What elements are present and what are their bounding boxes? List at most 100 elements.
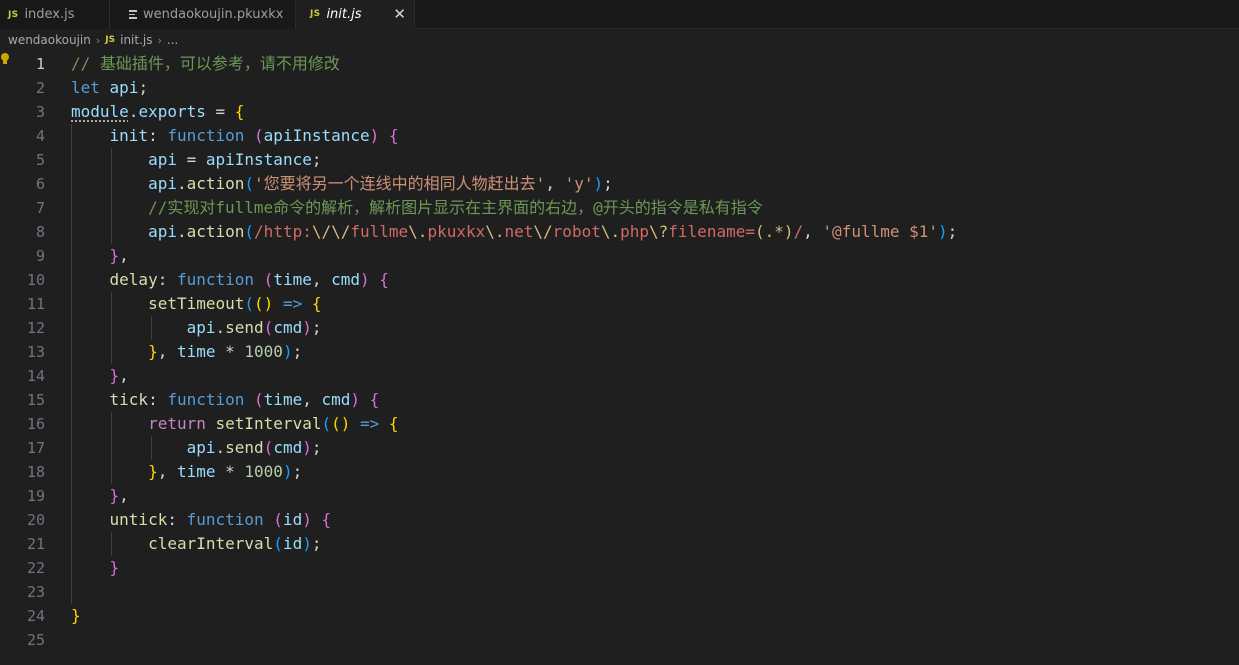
code-token: cmd xyxy=(321,390,351,409)
javascript-file-icon: JS xyxy=(8,9,19,20)
code-token: function xyxy=(176,270,255,289)
code-token: { xyxy=(311,294,322,313)
code-line[interactable]: 14 }, xyxy=(0,364,1239,388)
code-token: { xyxy=(388,414,399,433)
line-number: 18 xyxy=(26,463,45,481)
code-token: , xyxy=(119,486,129,505)
tab-init-js[interactable]: JS init.js ✕ xyxy=(296,0,415,29)
breadcrumb-folder[interactable]: wendaokoujin xyxy=(8,33,91,47)
code-token: () xyxy=(254,294,274,313)
code-token: send xyxy=(225,438,264,457)
code-token: . xyxy=(215,318,226,337)
code-token: { xyxy=(388,126,399,145)
code-token: , xyxy=(119,366,129,385)
code-token: cmd xyxy=(273,318,303,337)
code-line[interactable]: 10 delay: function (time, cmd) { xyxy=(0,268,1239,292)
code-token: ; xyxy=(292,342,303,361)
line-number: 23 xyxy=(26,583,45,601)
code-token: time xyxy=(176,462,216,481)
code-line[interactable]: 5 api = apiInstance; xyxy=(0,148,1239,172)
line-number: 25 xyxy=(26,631,45,649)
code-token: return xyxy=(148,414,206,433)
code-token: api xyxy=(186,438,216,457)
code-token: \/ xyxy=(533,222,553,241)
code-text: }, xyxy=(71,484,129,508)
tab-label: init.js xyxy=(326,6,362,22)
code-line[interactable]: 8 api.action(/http:\/\/fullme\.pkuxkx\.n… xyxy=(0,220,1239,244)
code-token: 1000 xyxy=(244,462,283,481)
code-token: , xyxy=(157,342,177,361)
indent-guide xyxy=(111,412,112,484)
breadcrumb-file[interactable]: init.js xyxy=(120,33,152,47)
code-line[interactable]: 24} xyxy=(0,604,1239,628)
code-line[interactable]: 4 init: function (apiInstance) { xyxy=(0,124,1239,148)
code-token: ) xyxy=(282,342,293,361)
tab-index-js[interactable]: JS index.js xyxy=(0,0,110,29)
code-line[interactable]: 18 }, time * 1000); xyxy=(0,460,1239,484)
code-line[interactable]: 11 setTimeout(() => { xyxy=(0,292,1239,316)
code-line[interactable]: 2 let api; xyxy=(0,76,1239,100)
code-text: api.send(cmd); xyxy=(71,316,322,340)
code-line[interactable]: 23 xyxy=(0,580,1239,604)
code-line[interactable]: 13 }, time * 1000); xyxy=(0,340,1239,364)
code-token: id xyxy=(282,534,303,553)
close-icon[interactable]: ✕ xyxy=(393,4,406,24)
code-token: = xyxy=(205,102,235,121)
line-number: 9 xyxy=(35,247,45,265)
code-token: 'y' xyxy=(564,174,594,193)
line-number: 7 xyxy=(35,199,45,217)
line-number: 11 xyxy=(26,295,45,313)
code-line[interactable]: 25 xyxy=(0,628,1239,652)
code-token: ) xyxy=(938,222,948,241)
breadcrumb-symbol[interactable]: ... xyxy=(167,33,178,47)
code-token: } xyxy=(109,366,120,385)
code-token: { xyxy=(234,102,245,121)
code-line[interactable]: 16 return setInterval(() => { xyxy=(0,412,1239,436)
code-editor[interactable]: 1// 基础插件，可以参考，请不用修改 2 let api; 3 module.expo… xyxy=(0,52,1239,665)
code-token: send xyxy=(225,318,264,337)
code-line[interactable]: 22 } xyxy=(0,556,1239,580)
code-token: id xyxy=(282,510,303,529)
code-token: \/\/ xyxy=(311,222,351,241)
code-line[interactable]: 6 api.action('您要将另一个连线中的相同人物赶出去', 'y'); xyxy=(0,172,1239,196)
code-line[interactable]: 9 }, xyxy=(0,244,1239,268)
code-line[interactable]: 15 tick: function (time, cmd) { xyxy=(0,388,1239,412)
code-line[interactable]: 1 // 基础插件，可以参考，请不用修改 xyxy=(0,52,1239,76)
code-text: delay: function (time, cmd) { xyxy=(71,268,389,292)
line-number: 8 xyxy=(35,223,45,241)
code-token: } xyxy=(148,462,158,481)
line-number: 21 xyxy=(26,535,45,553)
line-number: 22 xyxy=(26,559,45,577)
code-text: //实现对fullme命令的解析，解析图片显示在主界面的右边，@开头的指令是私有… xyxy=(71,196,763,220)
code-token: time xyxy=(176,342,216,361)
code-text: }, time * 1000); xyxy=(71,340,302,364)
code-line[interactable]: 12 api.send(cmd); xyxy=(0,316,1239,340)
code-line[interactable]: 21 clearInterval(id); xyxy=(0,532,1239,556)
code-text: tick: function (time, cmd) { xyxy=(71,388,380,412)
code-line[interactable]: 7 //实现对fullme命令的解析，解析图片显示在主界面的右边，@开头的指令是… xyxy=(0,196,1239,220)
code-token: / xyxy=(793,222,804,241)
code-token: ( xyxy=(263,438,274,457)
code-line[interactable]: 19 }, xyxy=(0,484,1239,508)
tab-wendaokoujin-pkuxkx[interactable]: wendaokoujin.pkuxkx xyxy=(110,0,296,29)
code-line[interactable]: 3 module.exports = { xyxy=(0,100,1239,124)
code-token: tick xyxy=(109,390,149,409)
code-token: pkuxkx xyxy=(427,222,486,241)
code-token: api xyxy=(148,150,177,169)
code-token: } xyxy=(109,558,120,577)
code-line[interactable]: 20 untick: function (id) { xyxy=(0,508,1239,532)
code-token: ) xyxy=(369,126,380,145)
code-line[interactable]: 17 api.send(cmd); xyxy=(0,436,1239,460)
line-number: 15 xyxy=(26,391,45,409)
